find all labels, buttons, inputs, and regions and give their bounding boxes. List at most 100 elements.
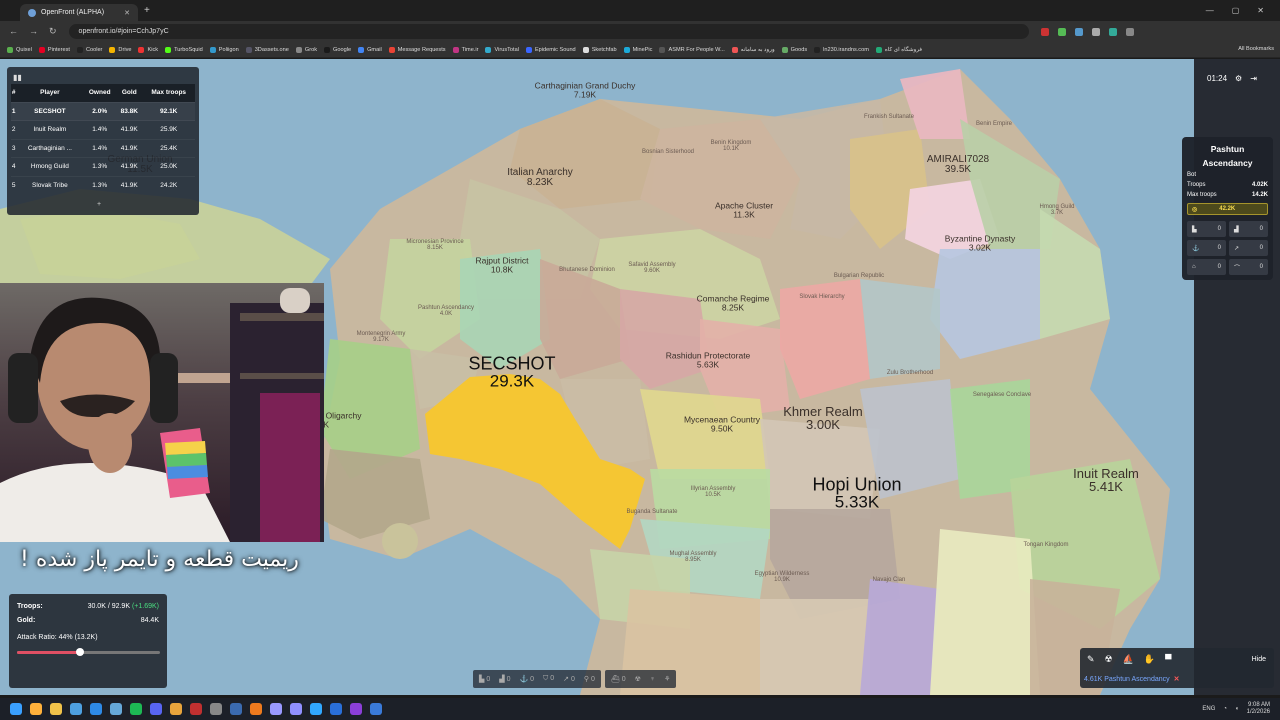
bookmark-item[interactable]: Kick [138, 46, 158, 53]
steam-icon[interactable] [110, 703, 122, 715]
app-icon[interactable] [230, 703, 242, 715]
bookmark-icon [388, 46, 395, 53]
bookmark-item[interactable]: 3Dassets.one [245, 46, 289, 53]
close-tab-icon[interactable]: ✕ [124, 9, 130, 17]
bookmark-item[interactable]: ln230.irandns.com [814, 46, 869, 53]
bookmark-label: TurboSquid [174, 46, 203, 53]
bookmark-icon [358, 46, 365, 53]
bookmark-item[interactable]: Message Requests [388, 46, 446, 53]
all-bookmarks[interactable]: All Bookmarks [1238, 46, 1274, 52]
exit-icon[interactable]: ⇥ [1250, 74, 1257, 83]
search-icon[interactable] [30, 703, 42, 715]
folder-icon[interactable] [50, 703, 62, 715]
photoshop-icon[interactable] [310, 703, 322, 715]
table-row[interactable]: 3 Carthaginian ... 1.4% 41.9K 25.4K [11, 138, 195, 158]
sam-build-button[interactable]: ⚲ 0 [584, 675, 595, 683]
app-icon[interactable] [190, 703, 202, 715]
app-icon[interactable] [330, 703, 342, 715]
defense-build-button[interactable]: ⛉ 0 [543, 675, 554, 683]
language-indicator[interactable]: ENG [1202, 706, 1215, 712]
bookmark-item[interactable]: Poliigon [209, 46, 239, 53]
leaderboard-header[interactable]: Owned [83, 84, 117, 102]
blender-icon[interactable] [250, 703, 262, 715]
app-icon[interactable] [210, 703, 222, 715]
extension-icon[interactable] [1057, 27, 1066, 36]
extension-icon[interactable] [1091, 27, 1100, 36]
app-icon[interactable] [170, 703, 182, 715]
troops-label: Troops: [17, 603, 43, 610]
maximize-icon[interactable]: ▢ [1232, 6, 1240, 15]
new-tab-button[interactable]: + [144, 5, 150, 16]
app-icon[interactable] [370, 703, 382, 715]
table-row[interactable]: 2 Inuit Realm 1.4% 41.9K 25.9K [11, 120, 195, 139]
table-row[interactable]: 1 SECSHOT 2.0% 83.8K 92.1K [11, 101, 195, 121]
bar-chart-icon[interactable]: ▮▮ [13, 73, 22, 82]
leaderboard-expand-button[interactable]: + [97, 201, 101, 208]
windows-start-icon[interactable] [10, 703, 22, 715]
bookmark-item[interactable]: TurboSquid [165, 46, 203, 53]
close-icon[interactable]: ✕ [1174, 676, 1180, 683]
speaker-icon[interactable]: ◖ [1235, 706, 1239, 712]
close-window-icon[interactable]: ✕ [1257, 6, 1264, 15]
hide-button[interactable]: Hide [1252, 656, 1266, 663]
bookmark-item[interactable]: Time.ir [452, 46, 478, 53]
extension-icon[interactable] [1040, 27, 1049, 36]
factory-build-button[interactable]: ▟ 0 [499, 675, 510, 683]
app-icon[interactable] [90, 703, 102, 715]
chrome-icon[interactable] [70, 703, 82, 715]
mirv-button[interactable]: ⚘ [664, 675, 670, 683]
table-row[interactable]: 5 Slovak Tribe 1.3% 41.9K 24.2K [11, 175, 195, 195]
reload-icon[interactable]: ↻ [49, 26, 57, 37]
territory-label: Byzantine Dynasty 3.02K [945, 234, 1015, 252]
bookmark-item[interactable]: ASMR For People W... [659, 46, 725, 53]
table-row[interactable]: 4 Hmong Guild 1.3% 41.9K 25.0K [11, 157, 195, 176]
after-effects-icon[interactable] [270, 703, 282, 715]
app-icon[interactable] [350, 703, 362, 715]
back-icon[interactable]: ← [9, 26, 18, 37]
bookmark-item[interactable]: Cooler [76, 46, 102, 53]
pencil-icon[interactable]: ✎ [1087, 654, 1095, 665]
bookmark-item[interactable]: Google [324, 46, 351, 53]
boat-icon[interactable]: ⛵ [1123, 654, 1134, 665]
bookmark-item[interactable]: Goods [781, 46, 807, 53]
territory-label: Navajo Clan [873, 577, 906, 583]
extension-icon[interactable] [1074, 27, 1083, 36]
attack-ratio-handle[interactable] [75, 648, 84, 656]
bookmark-item[interactable]: Quixel [7, 46, 32, 53]
bookmark-item[interactable]: Pinterest [38, 46, 70, 53]
attack-ratio-slider[interactable] [17, 648, 160, 656]
extension-icon[interactable] [1108, 27, 1117, 36]
handshake-icon[interactable]: ✋ [1144, 654, 1155, 665]
browser-tab[interactable]: OpenFront (ALPHA) ✕ [20, 4, 138, 21]
bookmark-item[interactable]: Gmail [358, 46, 382, 53]
nuke-icon[interactable]: ☢ [1105, 654, 1113, 665]
port-build-button[interactable]: ⚓ 0 [519, 675, 534, 683]
gear-icon[interactable]: ⚙ [1235, 74, 1242, 83]
minimize-icon[interactable]: — [1206, 6, 1214, 15]
warship-button[interactable]: ⛴ 0 [611, 675, 626, 683]
clock[interactable]: 9:08 AM 1/2/2026 [1247, 702, 1270, 716]
chat-icon[interactable]: ▀ [1165, 654, 1171, 665]
bookmark-label: فروشگاه ای کاه [884, 46, 923, 53]
city-build-button[interactable]: ▙ 0 [479, 675, 490, 683]
premiere-icon[interactable] [290, 703, 302, 715]
profile-icon[interactable] [1125, 27, 1134, 36]
spotify-icon[interactable] [130, 703, 142, 715]
windows-taskbar: ENG ◔ ◖ 9:08 AM 1/2/2026 [0, 698, 1280, 720]
bookmark-item[interactable]: Grok [295, 46, 317, 53]
bookmark-item[interactable]: Epidemic Sound [525, 46, 576, 53]
url-input[interactable]: openfront.io/#join=CchJp7yC [68, 24, 1029, 39]
hydrogen-bomb-button[interactable]: ♆ [650, 676, 655, 683]
bookmark-item[interactable]: MinePic [623, 46, 652, 53]
missile-build-button[interactable]: ↗ 0 [563, 675, 575, 683]
wifi-icon[interactable]: ◔ [1223, 706, 1227, 712]
bookmark-item[interactable]: فروشگاه ای کاه [875, 46, 923, 53]
bookmark-item[interactable]: Sketchfab [582, 46, 617, 53]
forward-icon[interactable]: → [29, 26, 38, 37]
bookmark-item[interactable]: Drive [109, 46, 131, 53]
bookmark-item[interactable]: ورود به سامانه [731, 46, 775, 53]
discord-icon[interactable] [150, 703, 162, 715]
atom-bomb-button[interactable]: ☢ [635, 675, 641, 683]
missile-count-value: 0 [1259, 245, 1263, 251]
bookmark-item[interactable]: VirusTotal [485, 46, 519, 53]
